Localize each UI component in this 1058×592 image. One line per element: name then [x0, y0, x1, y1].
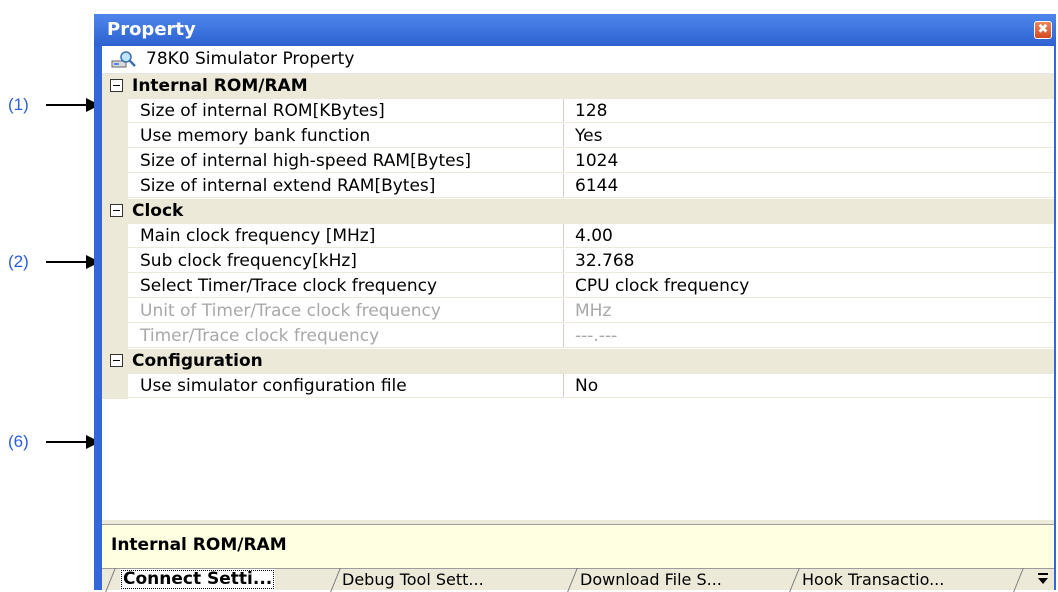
- property-row[interactable]: Select Timer/Trace clock frequency CPU c…: [102, 274, 1054, 299]
- property-name: Use memory bank function: [128, 124, 564, 148]
- collapse-icon[interactable]: [110, 354, 123, 367]
- property-name: Timer/Trace clock frequency: [128, 324, 564, 348]
- property-value[interactable]: 128: [565, 99, 1054, 123]
- property-name: Unit of Timer/Trace clock frequency: [128, 299, 564, 323]
- callout-label: (2): [8, 252, 29, 271]
- property-grid: Internal ROM/RAM Size of internal ROM[KB…: [102, 74, 1054, 399]
- row-gutter: [102, 149, 128, 174]
- category-clock[interactable]: Clock: [102, 199, 1054, 224]
- arrow-line: [46, 261, 88, 263]
- property-value[interactable]: 6144: [565, 174, 1054, 198]
- collapse-icon[interactable]: [110, 79, 123, 92]
- row-gutter: [102, 324, 128, 349]
- arrow-line: [46, 104, 88, 106]
- property-value: ---.---: [565, 324, 1054, 348]
- property-icon: [111, 50, 137, 70]
- property-row[interactable]: Main clock frequency [MHz] 4.00: [102, 224, 1054, 249]
- row-gutter: [102, 249, 128, 274]
- property-name: Size of internal high-speed RAM[Bytes]: [128, 149, 564, 173]
- tab-separator: [568, 569, 578, 591]
- row-gutter: [102, 224, 128, 249]
- tab-hook-transaction[interactable]: Hook Transactio...: [802, 569, 944, 590]
- property-panel: Property ✖ 78K0 Simulator Property Inter…: [94, 14, 1056, 590]
- property-header-text: 78K0 Simulator Property: [146, 49, 355, 69]
- property-row[interactable]: Size of internal high-speed RAM[Bytes] 1…: [102, 149, 1054, 174]
- category-label: Configuration: [132, 351, 263, 371]
- property-name: Main clock frequency [MHz]: [128, 224, 564, 248]
- row-gutter: [102, 99, 128, 124]
- property-row-disabled: Unit of Timer/Trace clock frequency MHz: [102, 299, 1054, 324]
- arrow-line: [46, 441, 88, 443]
- tab-separator: [790, 569, 800, 591]
- collapse-icon[interactable]: [110, 204, 123, 217]
- property-value: MHz: [565, 299, 1054, 323]
- property-value[interactable]: 32.768: [565, 249, 1054, 273]
- title-bar[interactable]: Property ✖: [94, 14, 1056, 46]
- category-label: Clock: [132, 201, 184, 221]
- close-button[interactable]: ✖: [1034, 21, 1052, 39]
- property-name: Select Timer/Trace clock frequency: [128, 274, 564, 298]
- property-value[interactable]: Yes: [565, 124, 1054, 148]
- property-value[interactable]: 1024: [565, 149, 1054, 173]
- property-name: Sub clock frequency[kHz]: [128, 249, 564, 273]
- property-row[interactable]: Use simulator configuration file No: [102, 374, 1054, 399]
- property-row[interactable]: Size of internal extend RAM[Bytes] 6144: [102, 174, 1054, 199]
- property-row[interactable]: Sub clock frequency[kHz] 32.768: [102, 249, 1054, 274]
- row-gutter: [102, 274, 128, 299]
- callout-1: (1): [0, 94, 104, 116]
- callout-6: (6): [0, 431, 104, 453]
- tab-separator: [106, 569, 116, 591]
- property-value[interactable]: 4.00: [565, 224, 1054, 248]
- category-internal-rom-ram[interactable]: Internal ROM/RAM: [102, 74, 1054, 99]
- panel-body: 78K0 Simulator Property Internal ROM/RAM…: [102, 46, 1054, 590]
- property-value[interactable]: No: [565, 374, 1054, 398]
- property-row[interactable]: Size of internal ROM[KBytes] 128: [102, 99, 1054, 124]
- property-name: Size of internal extend RAM[Bytes]: [128, 174, 564, 198]
- property-row[interactable]: Use memory bank function Yes: [102, 124, 1054, 149]
- row-gutter: [102, 299, 128, 324]
- description-pane: Internal ROM/RAM: [102, 524, 1054, 568]
- row-gutter: [102, 124, 128, 149]
- property-header: 78K0 Simulator Property: [102, 46, 1054, 74]
- description-text: Internal ROM/RAM: [111, 535, 287, 555]
- tab-separator: [331, 569, 341, 591]
- tab-download-file-settings[interactable]: Download File S...: [580, 569, 722, 590]
- tab-separator: [1014, 569, 1024, 591]
- property-name: Size of internal ROM[KBytes]: [128, 99, 564, 123]
- tab-connect-settings[interactable]: Connect Setti...: [120, 569, 276, 590]
- property-value[interactable]: CPU clock frequency: [565, 274, 1054, 298]
- tab-overflow-icon[interactable]: [1038, 572, 1048, 586]
- tab-debug-tool-settings[interactable]: Debug Tool Sett...: [342, 569, 484, 590]
- property-name: Use simulator configuration file: [128, 374, 564, 398]
- property-row-disabled: Timer/Trace clock frequency ---.---: [102, 324, 1054, 349]
- row-gutter: [102, 374, 128, 399]
- category-configuration[interactable]: Configuration: [102, 349, 1054, 374]
- tab-bar: Connect Setti... Debug Tool Sett... Down…: [102, 568, 1054, 590]
- category-label: Internal ROM/RAM: [132, 76, 308, 96]
- callout-label: (1): [8, 95, 29, 114]
- row-gutter: [102, 174, 128, 199]
- callout-2: (2): [0, 251, 104, 273]
- panel-title: Property: [107, 19, 196, 40]
- callout-label: (6): [8, 432, 29, 451]
